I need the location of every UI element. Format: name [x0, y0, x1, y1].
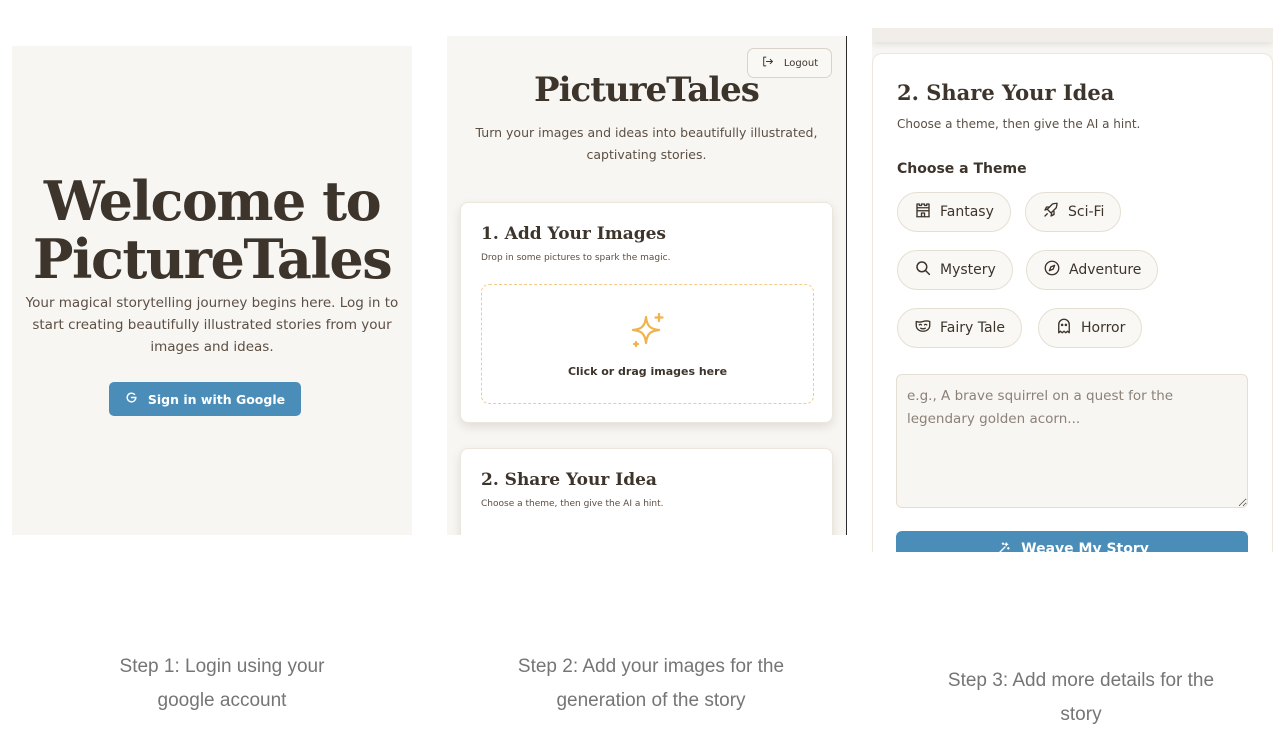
rocket-icon	[1042, 201, 1060, 223]
sparkles-icon	[628, 311, 668, 355]
add-images-subtitle: Drop in some pictures to spark the magic…	[481, 253, 671, 263]
theme-label: Adventure	[1069, 262, 1142, 278]
weave-story-label: Weave My Story	[1021, 541, 1149, 552]
share-idea-title: 2. Share Your Idea	[897, 80, 1115, 105]
step-2-caption: Step 2: Add your images for the generati…	[517, 656, 785, 711]
theme-label: Sci-Fi	[1068, 204, 1105, 220]
image-dropzone[interactable]: Click or drag images here	[481, 284, 814, 404]
share-idea-screen: 2. Share Your Idea Choose a theme, then …	[872, 28, 1273, 552]
theme-adventure[interactable]: Adventure	[1026, 250, 1159, 290]
welcome-description: Your magical storytelling journey begins…	[25, 295, 399, 355]
dropzone-label: Click or drag images here	[567, 364, 728, 378]
logout-icon	[761, 55, 774, 71]
share-idea-subtitle: Choose a theme, then give the AI a hint.	[897, 117, 1141, 131]
theme-fairy-tale[interactable]: Fairy Tale	[897, 308, 1023, 348]
login-screen: Welcome to PictureTales Your magical sto…	[12, 46, 412, 535]
theme-label: Mystery	[940, 262, 996, 278]
sign-in-google-label: Sign in with Google	[147, 391, 286, 407]
add-images-screen: Logout PictureTales Turn your images and…	[447, 36, 847, 535]
sign-in-google-button[interactable]: Sign in with Google	[109, 382, 301, 416]
theme-heading: Choose a Theme	[897, 161, 1027, 177]
share-idea-title: 2. Share Your Idea	[481, 470, 657, 490]
share-idea-card: 2. Share Your Idea Choose a theme, then …	[460, 448, 833, 535]
theme-fantasy[interactable]: Fantasy	[897, 192, 1011, 232]
theme-label: Fairy Tale	[940, 320, 1006, 336]
brand-tagline: Turn your images and ideas into beautifu…	[475, 125, 818, 162]
weave-story-button[interactable]: Weave My Story	[896, 531, 1248, 552]
brand-title: PictureTales	[534, 70, 760, 110]
castle-icon	[914, 201, 932, 223]
step-3-caption: Step 3: Add more details for the story	[947, 670, 1215, 725]
magic-wand-icon	[995, 541, 1011, 552]
theme-mystery[interactable]: Mystery	[897, 250, 1013, 290]
ghost-icon	[1055, 317, 1073, 339]
step-1-caption: Step 1: Login using your google account	[119, 656, 325, 711]
logout-label: Logout	[783, 57, 819, 69]
add-images-card: 1. Add Your Images Drop in some pictures…	[460, 202, 833, 423]
theme-horror[interactable]: Horror	[1038, 308, 1143, 348]
story-prompt-input[interactable]	[896, 374, 1248, 508]
share-idea-subtitle: Choose a theme, then give the AI a hint.	[481, 499, 664, 509]
theme-sci-fi[interactable]: Sci-Fi	[1025, 192, 1122, 232]
theme-label: Fantasy	[940, 204, 994, 220]
mask-icon	[914, 317, 932, 339]
welcome-title: Welcome to PictureTales	[32, 169, 393, 291]
header-strip	[872, 28, 1273, 42]
theme-label: Horror	[1081, 320, 1126, 336]
compass-icon	[1043, 259, 1061, 281]
google-icon	[125, 391, 138, 407]
add-images-title: 1. Add Your Images	[481, 224, 667, 244]
search-icon	[914, 259, 932, 281]
